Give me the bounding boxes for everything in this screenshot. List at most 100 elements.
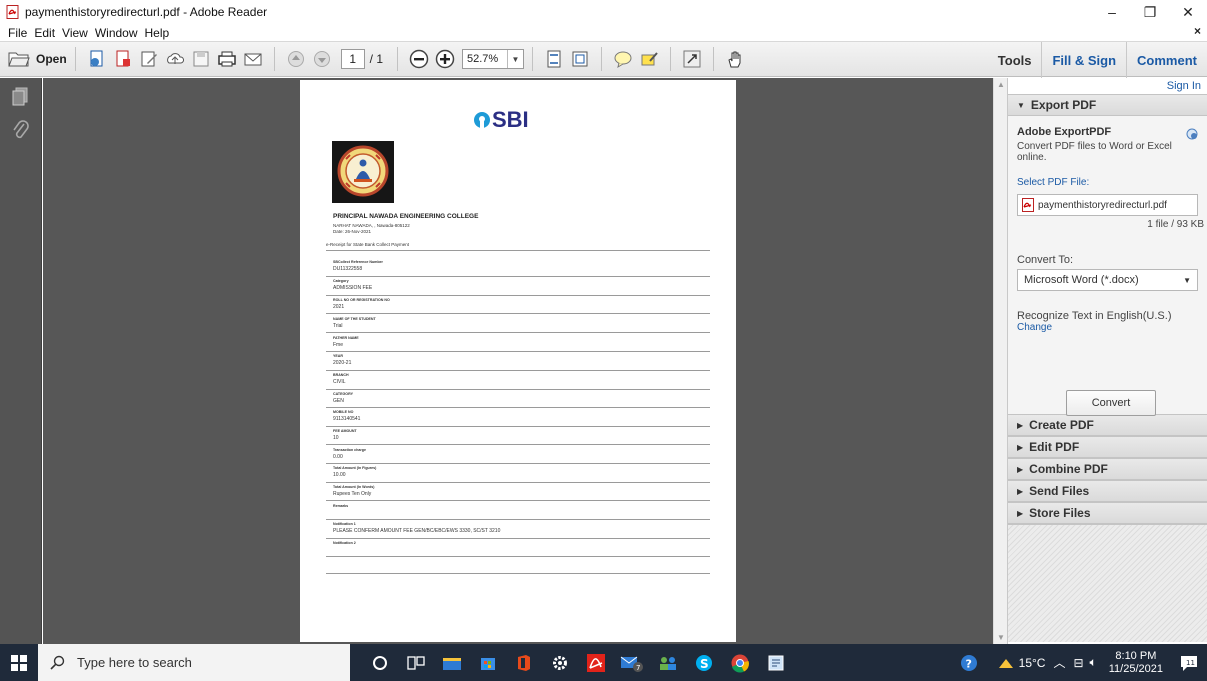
export-pdf-icon[interactable] bbox=[112, 48, 134, 70]
chrome-icon[interactable] bbox=[722, 644, 758, 681]
field-value: 9113140541 bbox=[333, 416, 361, 422]
pdf-file-icon bbox=[6, 5, 19, 19]
next-page-icon[interactable] bbox=[311, 48, 333, 70]
fill-sign-link[interactable]: Fill & Sign bbox=[1041, 42, 1126, 78]
receipt-field: Total Amount (In Words) Rupees Ten Only bbox=[333, 485, 709, 498]
receipt-field: SBCollect Reference Number DU11322558 bbox=[333, 260, 709, 273]
toolbar-divider bbox=[273, 47, 275, 71]
page-thumbnails-icon[interactable] bbox=[0, 82, 42, 112]
clock[interactable]: 8:10 PM 11/25/2021 bbox=[1109, 650, 1163, 676]
divider bbox=[326, 351, 710, 352]
export-pdf-header[interactable]: ▼ Export PDF bbox=[1008, 94, 1207, 116]
people-icon[interactable] bbox=[650, 644, 686, 681]
search-icon bbox=[50, 655, 65, 670]
pdf-page: SBI PRINCIPAL NAWADA ENGINEERING COLLEGE… bbox=[300, 80, 736, 642]
fit-width-icon[interactable] bbox=[569, 48, 591, 70]
create-pdf-header[interactable]: ▶ Create PDF bbox=[1008, 414, 1207, 436]
adobe-reader-icon[interactable] bbox=[578, 644, 614, 681]
notification-center-icon[interactable]: 11 bbox=[1171, 644, 1207, 681]
attachments-icon[interactable] bbox=[0, 116, 42, 146]
chevron-up-icon[interactable]: ︿ bbox=[1053, 654, 1065, 671]
restore-button[interactable]: ❐ bbox=[1131, 0, 1169, 24]
change-language-link[interactable]: Change bbox=[1017, 322, 1198, 333]
divider bbox=[326, 573, 710, 574]
export-description: Convert PDF files to Word or Excel onlin… bbox=[1017, 141, 1172, 163]
weather-sun-icon bbox=[998, 658, 1013, 668]
scroll-up-icon[interactable]: ▲ bbox=[997, 80, 1005, 89]
page-number-input[interactable]: 1 bbox=[340, 49, 365, 69]
network-icon[interactable]: ⊟ bbox=[1073, 656, 1083, 670]
convert-format-select[interactable]: Microsoft Word (*.docx) ▼ bbox=[1017, 269, 1198, 291]
full-screen-icon[interactable] bbox=[681, 48, 703, 70]
scroll-down-icon[interactable]: ▼ bbox=[997, 633, 1005, 642]
convert-format-value: Microsoft Word (*.docx) bbox=[1024, 274, 1139, 286]
menu-help[interactable]: Help bbox=[145, 26, 170, 40]
skype-icon[interactable]: S bbox=[686, 644, 722, 681]
task-view-icon[interactable] bbox=[398, 644, 434, 681]
receipt-field: CATEGORY GEN bbox=[333, 392, 709, 405]
folder-open-icon bbox=[8, 52, 30, 67]
file-explorer-icon[interactable] bbox=[434, 644, 470, 681]
convert-button[interactable]: Convert bbox=[1066, 390, 1156, 416]
comment-icon[interactable] bbox=[612, 48, 634, 70]
combine-pdf-header[interactable]: ▶ Combine PDF bbox=[1008, 458, 1207, 480]
taskbar-search[interactable]: Type here to search bbox=[38, 644, 350, 681]
selected-file-field[interactable]: paymenthistoryredirecturl.pdf bbox=[1017, 194, 1198, 216]
zoom-out-icon[interactable] bbox=[408, 48, 430, 70]
send-files-header[interactable]: ▶ Send Files bbox=[1008, 480, 1207, 502]
cloud-upload-icon[interactable] bbox=[164, 48, 186, 70]
previous-page-icon[interactable] bbox=[285, 48, 307, 70]
pdf-file-icon bbox=[1022, 198, 1034, 212]
triangle-right-icon: ▶ bbox=[1017, 508, 1024, 518]
tools-link[interactable]: Tools bbox=[988, 42, 1042, 78]
help-icon[interactable]: ? bbox=[951, 644, 987, 681]
close-button[interactable]: ✕ bbox=[1169, 0, 1207, 24]
store-files-header[interactable]: ▶ Store Files bbox=[1008, 502, 1207, 524]
pane-background bbox=[1008, 524, 1207, 642]
start-button[interactable] bbox=[0, 644, 38, 681]
menu-view[interactable]: View bbox=[62, 26, 88, 40]
volume-icon[interactable]: 🔈︎ bbox=[1090, 655, 1097, 670]
receipt-field: BRANCH CIVIL bbox=[333, 373, 709, 386]
menu-window[interactable]: Window bbox=[95, 26, 138, 40]
save-icon[interactable] bbox=[190, 48, 212, 70]
open-button[interactable]: Open bbox=[8, 50, 67, 68]
tools-pane: Sign In ▼ Export PDF Adobe ExportPDF Con… bbox=[1007, 78, 1207, 644]
zoom-select[interactable]: 52.7% ▼ bbox=[462, 49, 525, 69]
document-viewport[interactable]: SBI PRINCIPAL NAWADA ENGINEERING COLLEGE… bbox=[43, 78, 993, 644]
email-icon[interactable] bbox=[242, 48, 264, 70]
edit-pdf-header[interactable]: ▶ Edit PDF bbox=[1008, 436, 1207, 458]
divider bbox=[326, 332, 710, 333]
store-icon[interactable] bbox=[470, 644, 506, 681]
vertical-scrollbar[interactable]: ▲ ▼ bbox=[993, 78, 1007, 644]
receipt-field: Notification 1 PLEASE CONFERM AMOUNT FEE… bbox=[333, 522, 709, 535]
mail-icon[interactable]: 7 bbox=[614, 644, 650, 681]
divider bbox=[326, 295, 710, 296]
create-pdf-icon[interactable] bbox=[86, 48, 108, 70]
cortana-icon[interactable] bbox=[362, 644, 398, 681]
menu-file[interactable]: File bbox=[8, 26, 27, 40]
title-bar: paymenthistoryredirecturl.pdf - Adobe Re… bbox=[0, 0, 1207, 24]
hand-tool-icon[interactable] bbox=[724, 48, 746, 70]
field-value: GEN bbox=[333, 398, 344, 404]
menu-edit[interactable]: Edit bbox=[34, 26, 55, 40]
section-label: Combine PDF bbox=[1029, 462, 1108, 476]
comment-link[interactable]: Comment bbox=[1126, 42, 1207, 78]
fit-page-icon[interactable] bbox=[543, 48, 565, 70]
edit-pdf-icon[interactable] bbox=[138, 48, 160, 70]
highlight-icon[interactable] bbox=[638, 48, 660, 70]
search-placeholder: Type here to search bbox=[77, 655, 192, 670]
divider bbox=[326, 519, 710, 520]
sign-in-link[interactable]: Sign In bbox=[1008, 78, 1207, 94]
print-icon[interactable] bbox=[216, 48, 238, 70]
receipt-field: Remarks bbox=[333, 504, 709, 517]
weather-temperature[interactable]: 15°C bbox=[1019, 656, 1046, 670]
office-icon[interactable] bbox=[506, 644, 542, 681]
toolbar-divider bbox=[713, 47, 715, 71]
settings-gear-icon[interactable] bbox=[542, 644, 578, 681]
divider bbox=[326, 276, 710, 277]
minimize-button[interactable]: – bbox=[1093, 0, 1131, 24]
close-document-button[interactable]: × bbox=[1194, 24, 1201, 38]
zoom-in-icon[interactable] bbox=[434, 48, 456, 70]
notepad-icon[interactable] bbox=[758, 644, 794, 681]
